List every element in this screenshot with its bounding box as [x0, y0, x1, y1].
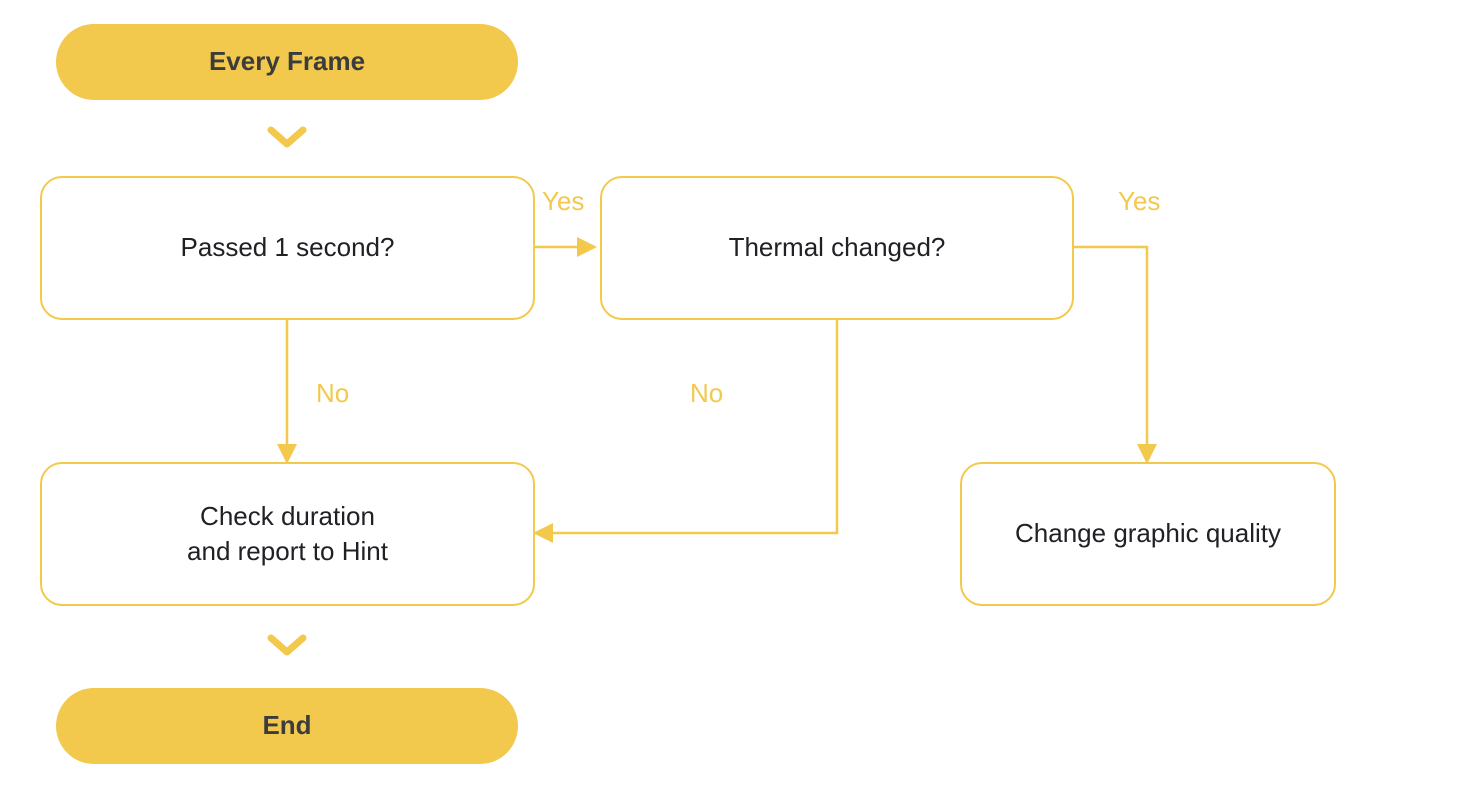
chevron-down-icon — [267, 632, 307, 660]
process-quality-label: Change graphic quality — [1015, 516, 1281, 551]
edge-label-d2-yes: Yes — [1118, 186, 1160, 217]
flowchart-canvas: Every Frame Passed 1 second? Yes Thermal… — [0, 0, 1471, 799]
process-report-label: Check duration and report to Hint — [187, 499, 388, 569]
end-label: End — [262, 708, 311, 743]
decision2-label: Thermal changed? — [729, 230, 946, 265]
process-change-graphic-quality: Change graphic quality — [960, 462, 1336, 606]
chevron-down-icon — [267, 124, 307, 152]
decision-passed-1-second: Passed 1 second? — [40, 176, 535, 320]
start-node: Every Frame — [56, 24, 518, 100]
start-label: Every Frame — [209, 44, 365, 79]
end-node: End — [56, 688, 518, 764]
edge-label-d1-no: No — [316, 378, 349, 409]
edge-label-d1-yes: Yes — [542, 186, 584, 217]
decision1-label: Passed 1 second? — [181, 230, 395, 265]
connectors-svg — [0, 0, 1471, 799]
decision-thermal-changed: Thermal changed? — [600, 176, 1074, 320]
process-check-duration-report: Check duration and report to Hint — [40, 462, 535, 606]
edge-label-d2-no: No — [690, 378, 723, 409]
